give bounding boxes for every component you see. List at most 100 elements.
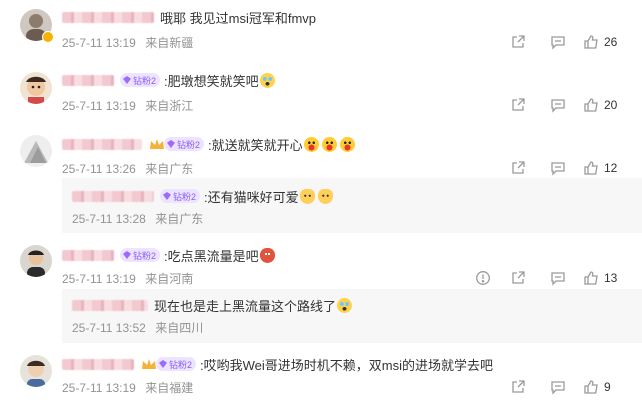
crying-emoji-icon (259, 72, 275, 88)
fan-badge: 钻粉2 (120, 248, 161, 262)
diamond-icon (163, 192, 171, 200)
tongue-emoji-icon (321, 136, 337, 152)
fan-badge: 钻粉2 (120, 73, 161, 87)
comment-meta: 25-7-11 13:19 来自浙江 (62, 97, 193, 114)
username[interactable] (62, 74, 114, 86)
like-count: 9 (604, 380, 611, 394)
comment-text: :就送就笑就开心 (208, 137, 303, 153)
comment-icon[interactable] (550, 270, 566, 286)
comment-location: 来自河南 (145, 272, 194, 286)
username[interactable] (62, 249, 114, 261)
comment-text: 哦耶 我见过msi冠军和fmvp (160, 10, 317, 26)
cat-emoji-icon (299, 188, 315, 204)
reply-location: 来自广东 (155, 212, 204, 226)
share-icon[interactable] (510, 34, 526, 50)
comment-content: 钻粉2 :吃点黑流量是吧 (62, 246, 275, 264)
comment-3: 钻粉2 :就送就笑就开心 25-7-11 13:26 来自广东 12 钻粉2 :… (0, 125, 642, 233)
fan-badge: 钻粉2 (156, 357, 197, 371)
comment-meta: 25-7-11 13:19 来自新疆 (62, 34, 193, 51)
share-icon[interactable] (510, 270, 526, 286)
share-icon[interactable] (510, 97, 526, 113)
comment-1: 哦耶 我见过msi冠军和fmvp 25-7-11 13:19 来自新疆 26 (0, 0, 642, 60)
thumbs-up-icon[interactable] (583, 97, 599, 113)
username[interactable] (62, 358, 134, 370)
like-count: 13 (604, 271, 618, 285)
fan-badge: 钻粉2 (160, 189, 201, 203)
reply-content: 现在也是走上黑流量这个路线了 (72, 296, 353, 314)
thumbs-up-icon[interactable] (583, 379, 599, 395)
avatar[interactable] (20, 245, 52, 277)
comment-2: 钻粉2 :肥墩想笑就笑吧 25-7-11 13:19 来自浙江 20 (0, 60, 642, 125)
comment-content: 钻粉2 :肥墩想笑就笑吧 (62, 71, 275, 89)
diamond-icon (167, 140, 175, 148)
username[interactable] (62, 11, 154, 23)
comment-icon[interactable] (550, 34, 566, 50)
like-count: 20 (604, 98, 618, 112)
comment-icon[interactable] (550, 160, 566, 176)
comment-date: 25-7-11 13:19 (62, 381, 136, 395)
comment-actions: 9 (510, 378, 642, 396)
verified-badge-icon (42, 31, 54, 43)
reply-meta: 25-7-11 13:52 来自四川 (72, 319, 203, 336)
comment-text: :肥墩想笑就笑吧 (164, 73, 259, 89)
fan-badge-label: 钻粉2 (169, 359, 193, 370)
diamond-icon (123, 76, 131, 84)
comment-text: :哎哟我Wei哥进场时机不赖，双msi的进场就学去吧 (200, 357, 493, 373)
like-count: 12 (604, 161, 618, 175)
fan-badge-label: 钻粉2 (133, 250, 157, 261)
reply-date: 25-7-11 13:52 (72, 321, 146, 335)
comment-4: 钻粉2 :吃点黑流量是吧 25-7-11 13:19 来自河南 13 现在也是走… (0, 233, 642, 343)
thumbs-up-icon[interactable] (583, 34, 599, 50)
comment-location: 来自新疆 (145, 36, 194, 50)
diamond-icon (123, 251, 131, 259)
tongue-emoji-icon (339, 136, 355, 152)
thumbs-up-icon[interactable] (583, 160, 599, 176)
reply-username[interactable] (72, 190, 154, 202)
comment-date: 25-7-11 13:26 (62, 162, 136, 176)
comment-content: 哦耶 我见过msi冠军和fmvp (62, 8, 316, 26)
crab-emoji-icon (259, 247, 275, 263)
avatar[interactable] (20, 135, 52, 167)
comment-actions: 26 (510, 33, 642, 51)
diamond-icon (159, 360, 167, 368)
reply-date: 25-7-11 13:28 (72, 212, 146, 226)
comment-5: 钻粉2 :哎哟我Wei哥进场时机不赖，双msi的进场就学去吧 25-7-11 1… (0, 343, 642, 408)
avatar[interactable] (20, 355, 52, 387)
comment-icon[interactable] (550, 379, 566, 395)
share-icon[interactable] (510, 160, 526, 176)
comment-meta: 25-7-11 13:19 来自河南 (62, 270, 193, 287)
comment-actions: 20 (510, 96, 642, 114)
reply-username[interactable] (72, 299, 148, 311)
fan-badge: 钻粉2 (164, 137, 205, 151)
crying-emoji-icon (337, 297, 353, 313)
avatar[interactable] (20, 72, 52, 104)
comment-location: 来自浙江 (145, 99, 194, 113)
cat-emoji-icon (317, 188, 333, 204)
comment-content: 钻粉2 :就送就笑就开心 (62, 135, 355, 153)
report-icon[interactable] (475, 270, 491, 286)
comment-text: :吃点黑流量是吧 (164, 248, 259, 264)
comment-content: 钻粉2 :哎哟我Wei哥进场时机不赖，双msi的进场就学去吧 (62, 355, 493, 373)
fan-badge-label: 钻粉2 (177, 139, 201, 150)
share-icon[interactable] (510, 379, 526, 395)
comment-date: 25-7-11 13:19 (62, 36, 136, 50)
comment-actions: 12 (510, 159, 642, 177)
fan-badge-label: 钻粉2 (173, 191, 197, 202)
reply-meta: 25-7-11 13:28 来自广东 (72, 210, 203, 227)
comment-date: 25-7-11 13:19 (62, 272, 136, 286)
reply-text: :还有猫咪好可爱 (204, 189, 299, 205)
comment-actions: 13 (475, 269, 642, 287)
thumbs-up-icon[interactable] (583, 270, 599, 286)
fan-badge-label: 钻粉2 (133, 75, 157, 86)
comment-date: 25-7-11 13:19 (62, 99, 136, 113)
comment-location: 来自广东 (145, 162, 194, 176)
like-count: 26 (604, 35, 618, 49)
comment-meta: 25-7-11 13:19 来自福建 (62, 379, 193, 396)
reply-box: 现在也是走上黑流量这个路线了 25-7-11 13:52 来自四川 (62, 289, 642, 343)
username[interactable] (62, 138, 142, 150)
reply-content: 钻粉2 :还有猫咪好可爱 (72, 187, 333, 205)
reply-location: 来自四川 (155, 321, 204, 335)
reply-text: 现在也是走上黑流量这个路线了 (154, 298, 337, 314)
comment-icon[interactable] (550, 97, 566, 113)
comment-meta: 25-7-11 13:26 来自广东 (62, 160, 193, 177)
